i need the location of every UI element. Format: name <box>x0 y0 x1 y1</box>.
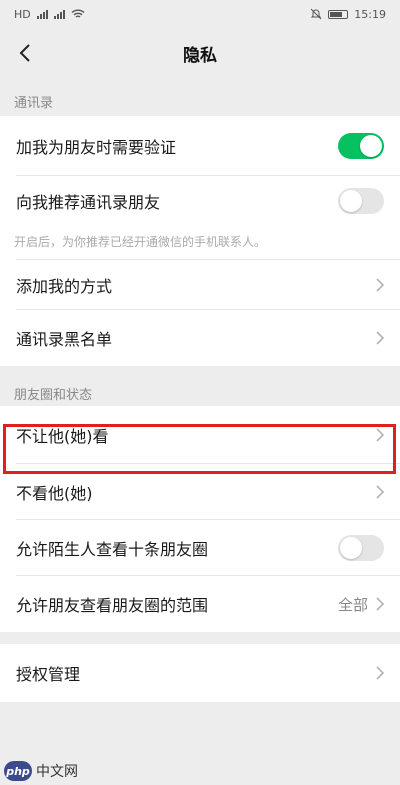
signal-icon-2 <box>53 9 65 19</box>
row-label: 不让他(她)看 <box>16 427 109 446</box>
recommend-hint: 开启后，为你推荐已经开通微信的手机联系人。 <box>14 234 267 249</box>
recommend-hint-row: 开启后，为你推荐已经开通微信的手机联系人。 <box>0 218 400 260</box>
row-add-method[interactable]: 添加我的方式 <box>0 260 400 310</box>
row-label: 允许朋友查看朋友圈的范围 <box>16 596 209 615</box>
chevron-right-icon <box>376 331 384 345</box>
status-left: HD <box>14 8 85 21</box>
row-right: 全部 <box>338 594 384 615</box>
row-moments-range[interactable]: 允许朋友查看朋友圈的范围 全部 <box>0 576 400 632</box>
row-label: 不看他(她) <box>16 484 93 503</box>
row-label: 添加我的方式 <box>16 277 113 296</box>
row-label: 授权管理 <box>16 665 81 684</box>
signal-icon <box>36 9 48 19</box>
row-label: 加我为朋友时需要验证 <box>16 138 177 157</box>
clock: 15:19 <box>354 7 386 21</box>
php-logo: php <box>4 761 32 781</box>
page-title: 隐私 <box>183 45 217 66</box>
back-button[interactable] <box>10 38 40 68</box>
contacts-group: 加我为朋友时需要验证 向我推荐通讯录朋友 开启后，为你推荐已经开通微信的手机联系… <box>0 116 400 366</box>
row-label: 通讯录黑名单 <box>16 330 113 349</box>
watermark-text: 中文网 <box>36 764 78 780</box>
hd-indicator: HD <box>14 7 31 21</box>
row-stranger-ten: 允许陌生人查看十条朋友圈 <box>0 520 400 576</box>
range-value: 全部 <box>337 595 368 614</box>
status-bar: HD 15:19 <box>0 0 400 28</box>
recommend-contacts-toggle[interactable] <box>338 188 384 214</box>
row-not-see[interactable]: 不看他(她) <box>0 464 400 520</box>
watermark: php 中文网 <box>4 761 78 781</box>
wifi-icon <box>71 9 85 18</box>
row-label: 允许陌生人查看十条朋友圈 <box>16 540 209 559</box>
chevron-left-icon <box>19 44 30 62</box>
row-blacklist[interactable]: 通讯录黑名单 <box>0 310 400 366</box>
moments-group: 不让他(她)看 不看他(她) 允许陌生人查看十条朋友圈 允许朋友查看朋友圈的范围… <box>0 406 400 632</box>
section-header-moments: 朋友圈和状态 <box>14 388 93 403</box>
mute-icon <box>310 8 322 20</box>
chevron-right-icon <box>376 485 384 499</box>
auth-group: 授权管理 <box>0 644 400 702</box>
row-label: 向我推荐通讯录朋友 <box>16 193 161 212</box>
chevron-right-icon <box>376 278 384 292</box>
chevron-right-icon <box>376 666 384 680</box>
chevron-right-icon <box>376 428 384 442</box>
row-auth-manage[interactable]: 授权管理 <box>0 644 400 702</box>
row-hide-from[interactable]: 不让他(她)看 <box>0 406 400 464</box>
status-right: 15:19 <box>310 8 386 21</box>
row-recommend-contacts: 向我推荐通讯录朋友 <box>0 176 400 218</box>
nav-bar: 隐私 <box>0 28 400 78</box>
stranger-ten-toggle[interactable] <box>338 535 384 561</box>
battery-icon <box>328 9 349 19</box>
row-require-verify: 加我为朋友时需要验证 <box>0 116 400 176</box>
chevron-right-icon <box>376 597 384 611</box>
section-header-contacts: 通讯录 <box>14 96 54 111</box>
require-verify-toggle[interactable] <box>338 133 384 159</box>
